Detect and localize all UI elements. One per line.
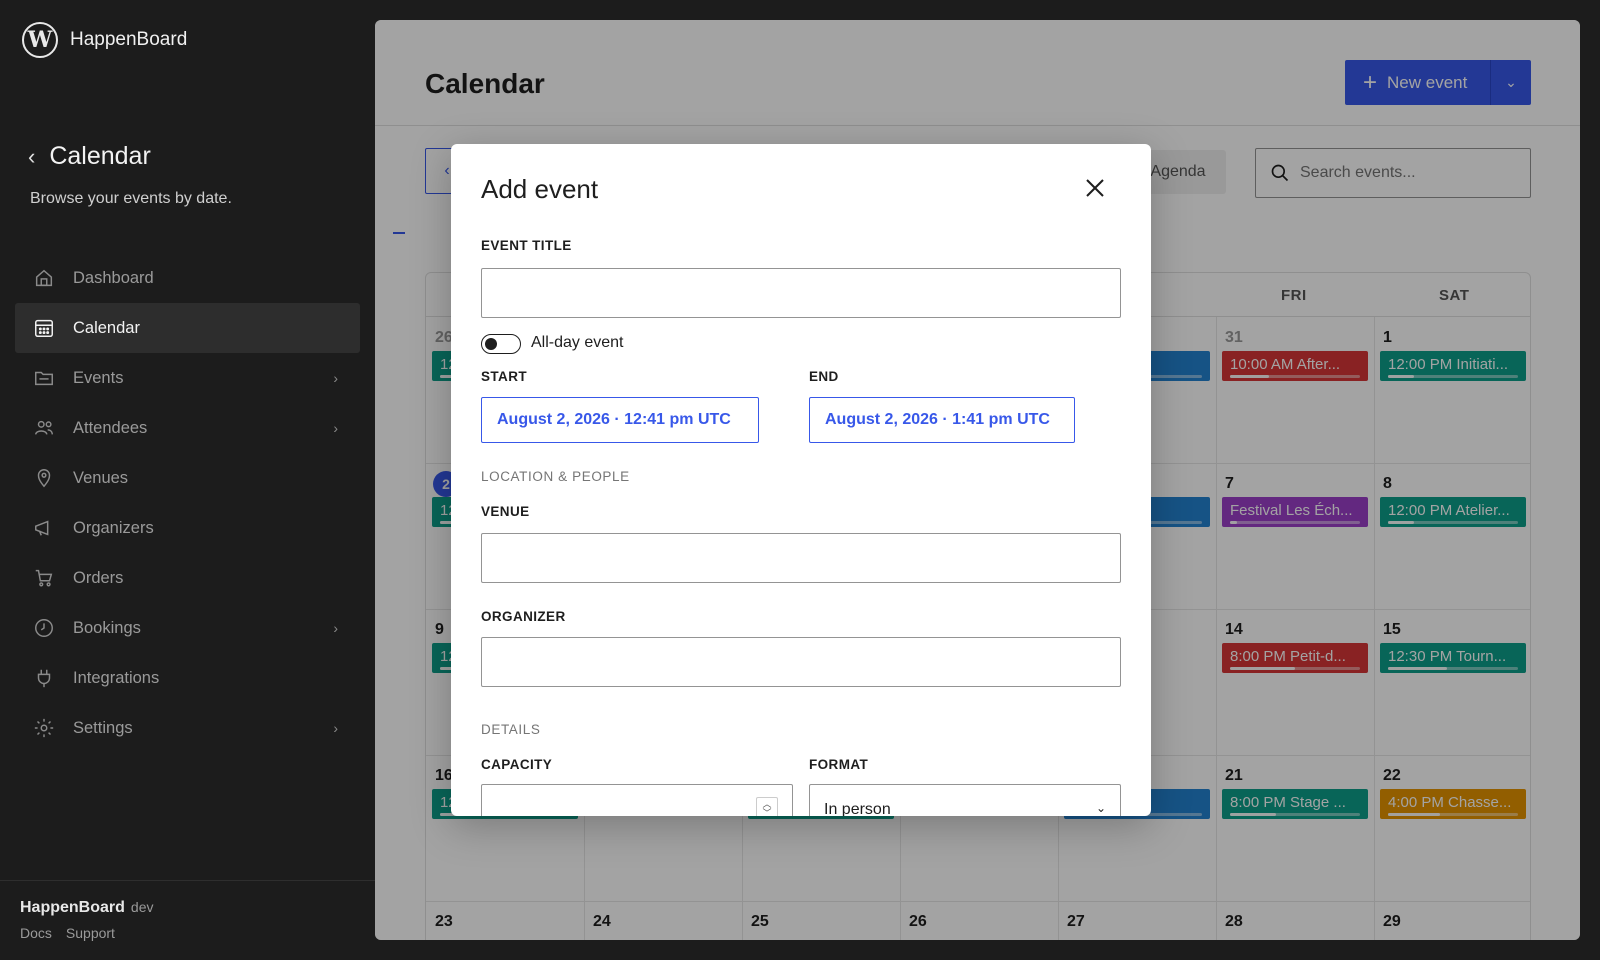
sidebar-item-bookings[interactable]: Bookings › [15, 603, 360, 653]
venue-input[interactable] [481, 533, 1121, 583]
folder-icon [33, 367, 55, 389]
modal-title: Add event [481, 174, 599, 204]
sidebar-item-label: Organizers [73, 518, 154, 537]
sidebar-item-venues[interactable]: Venues [15, 453, 360, 503]
sidebar-item-events[interactable]: Events › [15, 353, 360, 403]
sidebar-item-label: Dashboard [73, 268, 154, 287]
sidebar-item-integrations[interactable]: Integrations [15, 653, 360, 703]
megaphone-icon [33, 517, 55, 539]
all-day-label: All-day event [531, 334, 624, 351]
capacity-spinner[interactable]: ︿ ﹀ [756, 797, 778, 816]
brand-name: HappenBoard [70, 29, 188, 50]
sidebar-item-settings[interactable]: Settings › [15, 703, 360, 753]
add-event-modal: Add event EVENT TITLE All-day event STAR… [451, 144, 1151, 816]
event-title-input[interactable] [481, 268, 1121, 318]
sidebar-item-organizers[interactable]: Organizers [15, 503, 360, 553]
chevron-right-icon: › [333, 420, 338, 436]
sidebar-item-label: Attendees [73, 418, 148, 437]
organizer-input[interactable] [481, 637, 1121, 687]
sidebar-item-label: Venues [73, 468, 129, 487]
docs-link[interactable]: Docs [20, 925, 52, 941]
chevron-down-icon: ﹀ [762, 808, 772, 817]
wordpress-logo-icon: W [22, 22, 58, 58]
close-button[interactable] [1079, 172, 1111, 204]
plug-icon [33, 667, 55, 689]
start-datetime-button[interactable]: August 2, 2026 · 12:41 pm UTC [481, 397, 759, 443]
toggle-knob [485, 338, 497, 350]
sidebar-item-attendees[interactable]: Attendees › [15, 403, 360, 453]
capacity-label: CAPACITY [481, 757, 553, 772]
people-icon [33, 417, 55, 439]
sidebar-item-calendar[interactable]: Calendar [15, 303, 360, 353]
organizer-label: ORGANIZER [481, 609, 566, 624]
all-day-toggle[interactable] [481, 334, 521, 354]
cart-icon [33, 567, 55, 589]
support-link[interactable]: Support [66, 925, 115, 941]
clock-icon [33, 617, 55, 639]
footer-brand-name: HappenBoard [20, 899, 125, 916]
sidebar-item-label: Settings [73, 718, 133, 737]
sidebar-item-dashboard[interactable]: Dashboard [15, 253, 360, 303]
gear-icon [33, 717, 55, 739]
sidebar-item-label: Integrations [73, 668, 160, 687]
map-pin-icon [33, 467, 55, 489]
sidebar-nav: Dashboard Calendar Events › Attendees › Venues… [15, 253, 360, 753]
chevron-right-icon: › [333, 620, 338, 636]
close-icon [1086, 179, 1104, 197]
end-datetime-button[interactable]: August 2, 2026 · 1:41 pm UTC [809, 397, 1075, 443]
sidebar-header: ‹ Calendar [28, 142, 151, 171]
chevron-down-icon: ⌄ [1095, 801, 1106, 815]
details-section-heading: DETAILS [481, 722, 541, 737]
end-label: END [809, 369, 839, 384]
env-tag: dev [130, 899, 154, 915]
sidebar-item-label: Events [73, 368, 124, 387]
location-section-heading: LOCATION & PEOPLE [481, 469, 630, 484]
sidebar-description: Browse your events by date. [30, 190, 232, 207]
sidebar-item-label: Orders [73, 568, 124, 587]
format-label: FORMAT [809, 757, 869, 772]
sidebar: W HappenBoard ‹ Calendar Browse your eve… [0, 0, 375, 960]
sidebar-item-label: Calendar [73, 318, 140, 337]
sidebar-title: Calendar [49, 142, 151, 170]
sidebar-footer: HappenBoard dev Docs Support [0, 880, 375, 941]
capacity-number-input[interactable]: ︿ ﹀ [481, 784, 793, 816]
calendar-icon [33, 317, 55, 339]
back-chevron-icon[interactable]: ‹ [28, 144, 35, 170]
format-select[interactable]: In person ⌄ [809, 784, 1121, 816]
chevron-right-icon: › [333, 370, 338, 386]
format-selected-value: In person [824, 801, 891, 816]
venue-label: VENUE [481, 504, 530, 519]
brand[interactable]: W HappenBoard [22, 22, 187, 58]
event-title-label: EVENT TITLE [481, 238, 572, 253]
sidebar-item-label: Bookings [73, 618, 141, 637]
start-label: START [481, 369, 527, 384]
sidebar-item-orders[interactable]: Orders [15, 553, 360, 603]
chevron-right-icon: › [333, 720, 338, 736]
home-icon [33, 267, 55, 289]
